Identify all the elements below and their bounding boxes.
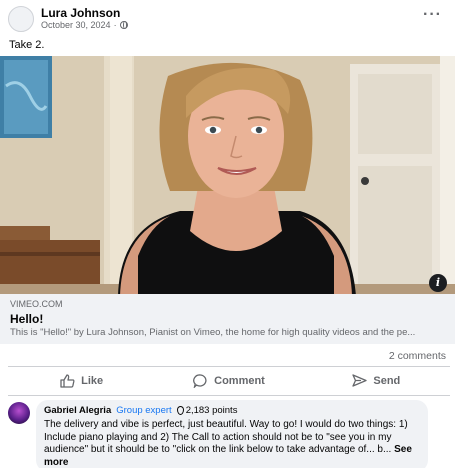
comment-bubble-icon xyxy=(193,374,207,388)
link-description: This is "Hello!" by Lura Johnson, Pianis… xyxy=(10,327,416,338)
post-date[interactable]: October 30, 2024 xyxy=(41,20,111,30)
link-domain: VIMEO.COM xyxy=(10,299,63,309)
points-badge: 2,183 points xyxy=(176,405,238,416)
more-horizontal-icon[interactable]: ··· xyxy=(423,6,442,24)
author-avatar[interactable] xyxy=(8,6,34,32)
like-label: Like xyxy=(81,375,104,387)
comment-button[interactable]: Comment xyxy=(155,367,302,395)
link-preview[interactable]: VIMEO.COM Hello! This is "Hello!" by Lur… xyxy=(0,294,455,344)
points-label: 2,183 points xyxy=(185,405,238,416)
comment-header: Gabriel Alegria Group expert 2,183 point… xyxy=(44,405,420,416)
post-header: Lura Johnson October 30, 2024 · ··· xyxy=(0,0,458,36)
comment-text: The delivery and vibe is perfect, just b… xyxy=(44,419,420,468)
group-expert-badge[interactable]: Group expert xyxy=(116,405,171,416)
commenter-name[interactable]: Gabriel Alegria xyxy=(44,405,111,416)
comments-count-link[interactable]: 2 comments xyxy=(389,350,446,362)
post-author[interactable]: Lura Johnson xyxy=(41,6,120,20)
like-button[interactable]: Like xyxy=(8,367,155,395)
comment-bubble: Gabriel Alegria Group expert 2,183 point… xyxy=(36,400,428,468)
video-frame-image xyxy=(0,56,455,296)
info-icon[interactable]: i xyxy=(429,274,447,292)
comment-label: Comment xyxy=(214,375,265,387)
thumbs-up-icon xyxy=(60,374,75,388)
globe-icon xyxy=(119,21,128,29)
send-button[interactable]: Send xyxy=(303,367,450,395)
video-thumbnail[interactable]: i xyxy=(0,56,455,296)
post-actions: Like Comment Send xyxy=(8,367,450,395)
post-text: Take 2. xyxy=(9,39,45,51)
commenter-avatar[interactable] xyxy=(8,402,30,424)
send-label: Send xyxy=(373,375,401,387)
send-icon xyxy=(352,374,368,387)
post-meta: October 30, 2024 · xyxy=(41,20,128,30)
comment-body-text: The delivery and vibe is perfect, just b… xyxy=(44,419,408,455)
link-title: Hello! xyxy=(10,312,44,326)
divider xyxy=(8,395,450,396)
badge-icon xyxy=(176,406,184,415)
